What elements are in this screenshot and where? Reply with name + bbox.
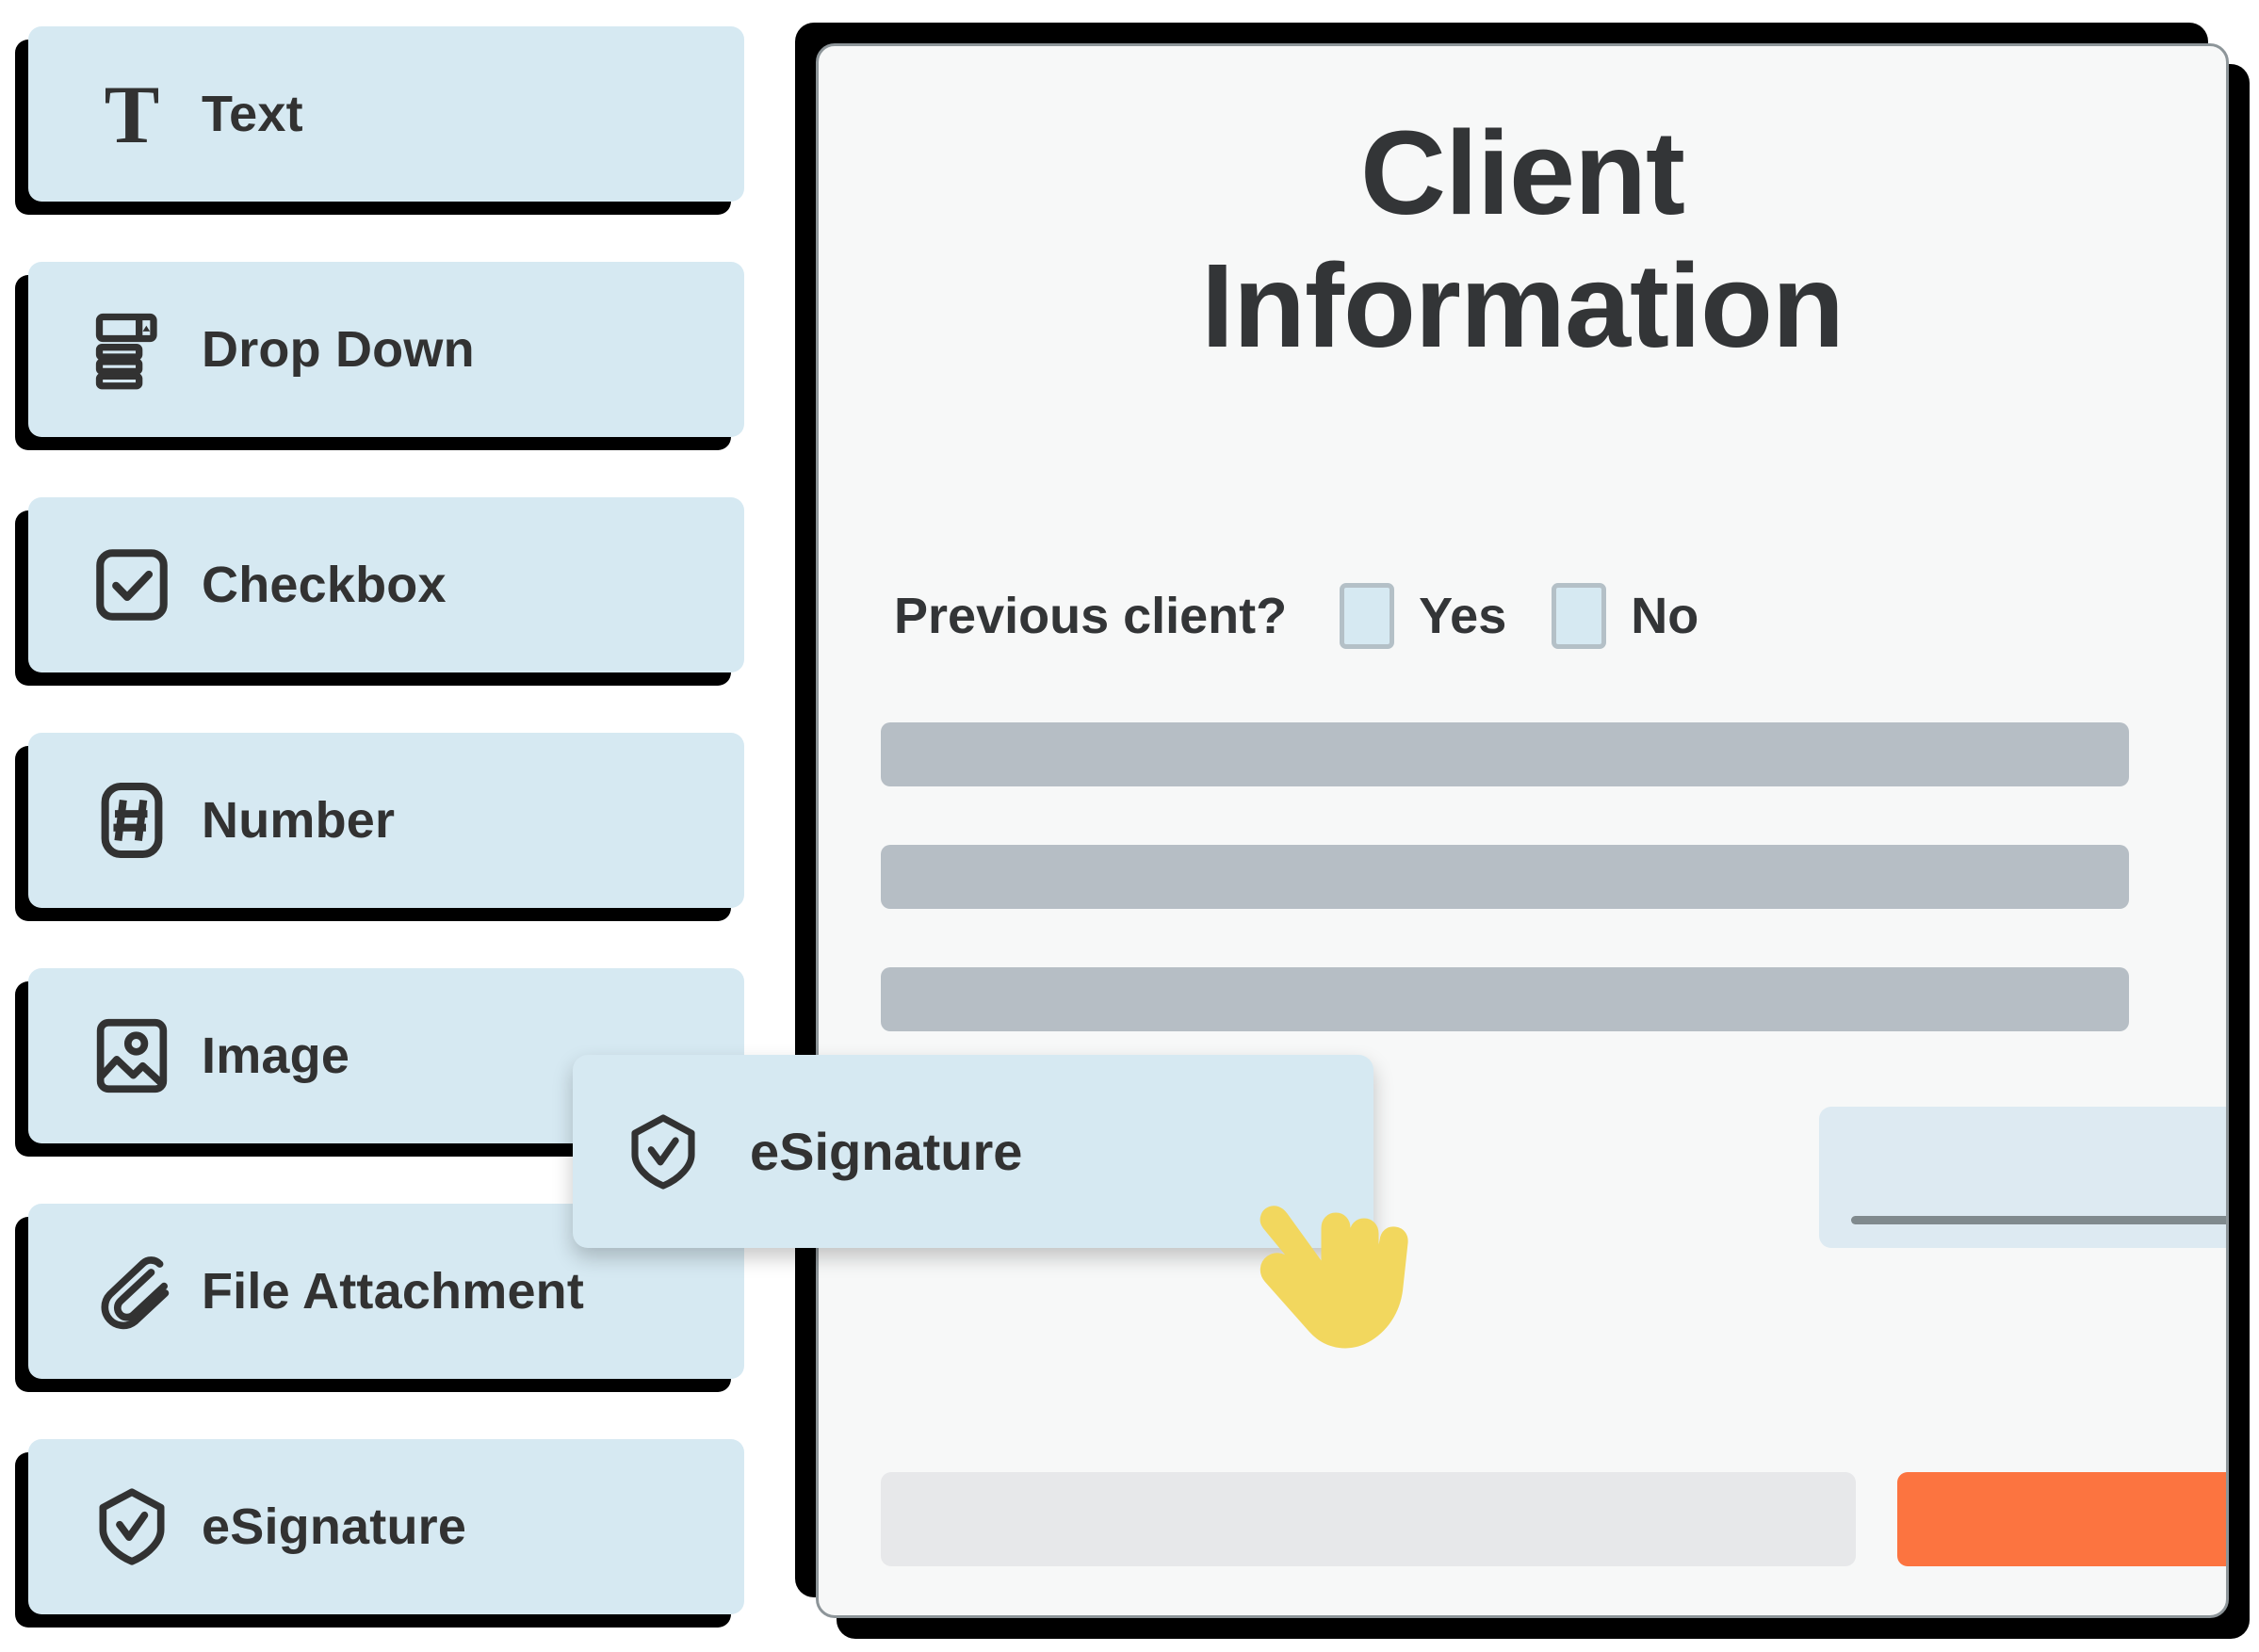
previous-client-row: Previous client? Yes No bbox=[894, 583, 2156, 649]
signature-line bbox=[1851, 1216, 2226, 1224]
page-title-line-2: Information bbox=[1201, 239, 1845, 373]
dragged-chip-label: eSignature bbox=[750, 1122, 1023, 1181]
placeholder-field-row[interactable] bbox=[881, 722, 2129, 786]
checkbox-yes[interactable] bbox=[1340, 583, 1395, 649]
sidebar-item-label: Number bbox=[202, 792, 396, 849]
checkbox-yes-label: Yes bbox=[1419, 588, 1507, 644]
image-icon bbox=[79, 1012, 185, 1099]
previous-client-option-no[interactable]: No bbox=[1552, 583, 1698, 649]
placeholder-field-row[interactable] bbox=[881, 845, 2129, 909]
form-preview-panel: Client Information Previous client? Yes … bbox=[816, 43, 2229, 1618]
shield-check-icon bbox=[614, 1109, 712, 1194]
shield-check-icon bbox=[79, 1483, 185, 1570]
submit-button[interactable] bbox=[1897, 1472, 2226, 1566]
checkbox-icon bbox=[79, 542, 185, 628]
checkbox-no[interactable] bbox=[1552, 583, 1607, 649]
sidebar-item-text[interactable]: T Text bbox=[28, 26, 744, 202]
previous-client-label: Previous client? bbox=[894, 588, 1288, 644]
checkbox-no-label: No bbox=[1631, 588, 1699, 644]
field-type-sidebar: T Text Drop Down Checkbox Number Image F… bbox=[0, 0, 772, 1652]
number-hash-icon bbox=[79, 777, 185, 864]
text-t-icon: T bbox=[79, 69, 185, 159]
drop-down-icon bbox=[79, 306, 185, 393]
sidebar-item-label: eSignature bbox=[202, 1498, 467, 1555]
svg-text:T: T bbox=[105, 70, 160, 159]
sidebar-item-label: Checkbox bbox=[202, 557, 447, 613]
sidebar-item-label: Text bbox=[202, 86, 303, 142]
sidebar-item-esignature[interactable]: eSignature bbox=[28, 1439, 744, 1614]
sidebar-item-checkbox[interactable]: Checkbox bbox=[28, 497, 744, 672]
paperclip-icon bbox=[79, 1248, 185, 1335]
sidebar-item-label: Drop Down bbox=[202, 321, 475, 378]
sidebar-item-label: Image bbox=[202, 1028, 350, 1084]
placeholder-field-row[interactable] bbox=[881, 967, 2129, 1031]
sidebar-item-label: File Attachment bbox=[202, 1263, 585, 1320]
page-title: Client Information bbox=[957, 106, 2088, 372]
page-title-line-1: Client bbox=[1359, 106, 1685, 239]
sidebar-item-number[interactable]: Number bbox=[28, 733, 744, 908]
signature-drop-field[interactable] bbox=[1819, 1107, 2226, 1248]
footer-placeholder-bar[interactable] bbox=[881, 1472, 1856, 1566]
sidebar-item-drop-down[interactable]: Drop Down bbox=[28, 262, 744, 437]
previous-client-option-yes[interactable]: Yes bbox=[1340, 583, 1506, 649]
pointing-hand-cursor bbox=[1260, 1206, 1408, 1349]
